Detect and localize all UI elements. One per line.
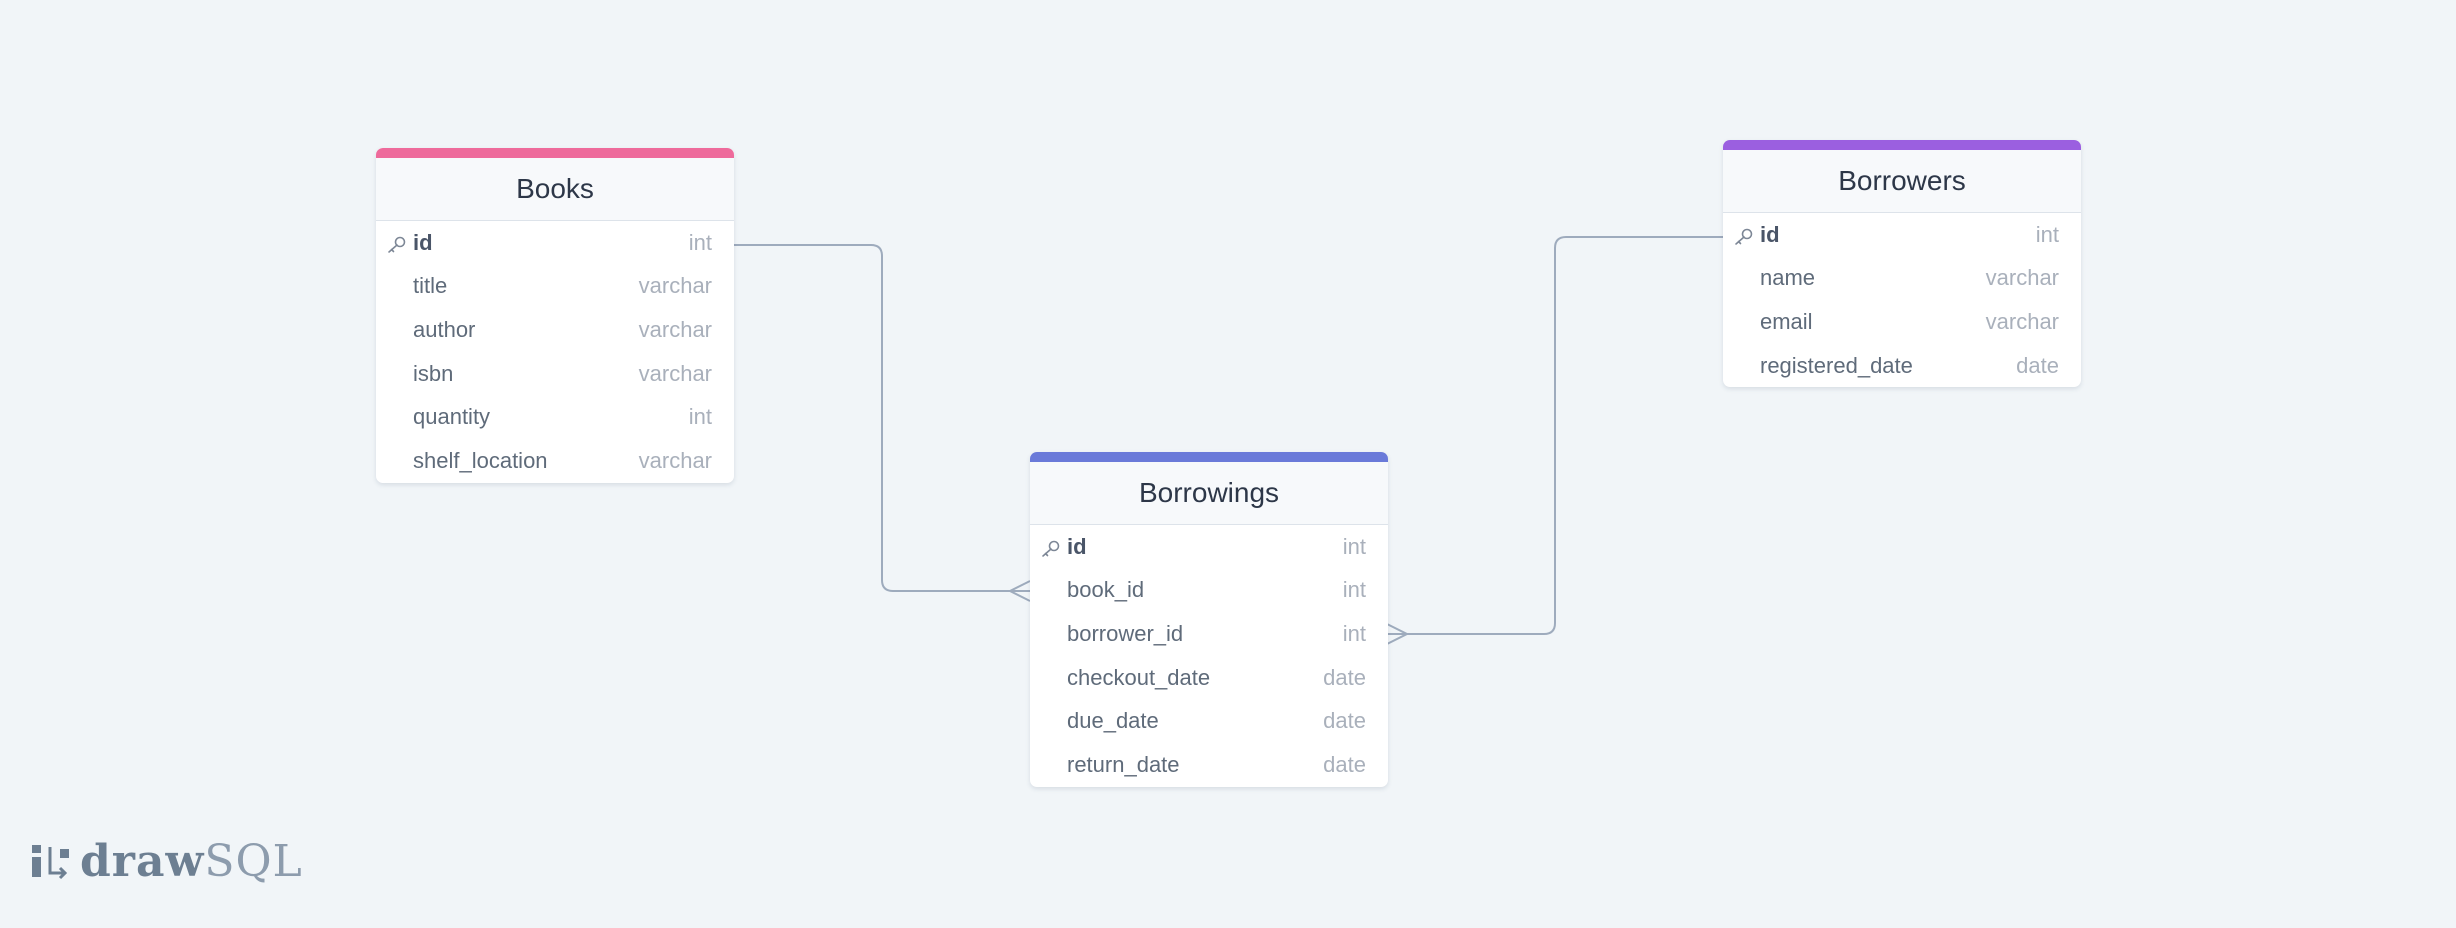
- column-type: int: [1342, 620, 1366, 646]
- key-icon: [1041, 538, 1061, 557]
- column-type: varchar: [638, 273, 712, 299]
- table-title[interactable]: Borrowings: [1030, 462, 1388, 525]
- column-name: quantity: [413, 404, 491, 430]
- column-row[interactable]: title varchar: [376, 265, 734, 309]
- column-row[interactable]: borrower_id int: [1030, 612, 1388, 656]
- column-name: email: [1760, 308, 1813, 334]
- logo-text-sql: SQL: [204, 836, 303, 887]
- column-row[interactable]: name varchar: [1723, 257, 2081, 301]
- column-name: isbn: [413, 360, 454, 386]
- column-name: shelf_location: [413, 447, 548, 473]
- column-row[interactable]: id int: [376, 221, 734, 265]
- column-type: varchar: [638, 316, 712, 342]
- column-row[interactable]: registered_date date: [1723, 344, 2081, 388]
- column-row[interactable]: book_id int: [1030, 569, 1388, 613]
- column-row[interactable]: checkout_date date: [1030, 656, 1388, 700]
- column-row[interactable]: shelf_location varchar: [376, 439, 734, 483]
- table-accent-bar: [1723, 140, 2081, 150]
- table-books[interactable]: Books id int title varchar author varchar isbn v…: [376, 148, 734, 483]
- column-row[interactable]: quantity int: [376, 395, 734, 439]
- table-accent-bar: [376, 148, 734, 158]
- column-row[interactable]: id int: [1030, 525, 1388, 569]
- column-name: author: [413, 316, 476, 342]
- column-type: date: [2016, 352, 2059, 378]
- logo-text-draw: draw: [80, 836, 205, 887]
- column-row[interactable]: due_date date: [1030, 699, 1388, 743]
- column-type: varchar: [638, 360, 712, 386]
- column-name: registered_date: [1760, 352, 1913, 378]
- table-borrowers[interactable]: Borrowers id int name varchar email varchar reg…: [1723, 140, 2081, 388]
- table-accent-bar: [1030, 452, 1388, 462]
- key-icon: [387, 234, 407, 253]
- column-type: varchar: [1985, 265, 2059, 291]
- column-name: id: [1760, 221, 1780, 247]
- column-name: due_date: [1067, 708, 1159, 734]
- column-name: borrower_id: [1067, 620, 1184, 646]
- key-icon: [1734, 226, 1754, 245]
- column-name: return_date: [1067, 751, 1180, 777]
- column-type: date: [1323, 708, 1366, 734]
- drawsql-logo[interactable]: draw SQL: [30, 836, 303, 887]
- relation-books-borrowings: [734, 244, 1030, 592]
- drawsql-logo-icon: [32, 844, 69, 879]
- column-name: id: [1067, 533, 1087, 559]
- column-row[interactable]: return_date date: [1030, 743, 1388, 787]
- column-row[interactable]: isbn varchar: [376, 352, 734, 396]
- column-type: varchar: [638, 447, 712, 473]
- column-type: int: [688, 404, 712, 430]
- column-type: int: [2035, 221, 2059, 247]
- column-row[interactable]: email varchar: [1723, 300, 2081, 344]
- column-type: int: [688, 229, 712, 255]
- column-type: int: [1342, 577, 1366, 603]
- table-title[interactable]: Books: [376, 158, 734, 221]
- column-name: name: [1760, 265, 1816, 291]
- column-row[interactable]: author varchar: [376, 308, 734, 352]
- table-title[interactable]: Borrowers: [1723, 150, 2081, 213]
- column-type: varchar: [1985, 308, 2059, 334]
- relation-borrowers-borrowings: [1387, 236, 1723, 635]
- column-name: book_id: [1067, 577, 1145, 603]
- column-name: id: [413, 229, 433, 255]
- column-type: date: [1323, 664, 1366, 690]
- column-type: int: [1342, 533, 1366, 559]
- column-type: date: [1323, 751, 1366, 777]
- column-name: title: [413, 273, 448, 299]
- table-borrowings[interactable]: Borrowings id int book_id int borrower_id int c…: [1030, 452, 1388, 787]
- column-name: checkout_date: [1067, 664, 1211, 690]
- column-row[interactable]: id int: [1723, 213, 2081, 257]
